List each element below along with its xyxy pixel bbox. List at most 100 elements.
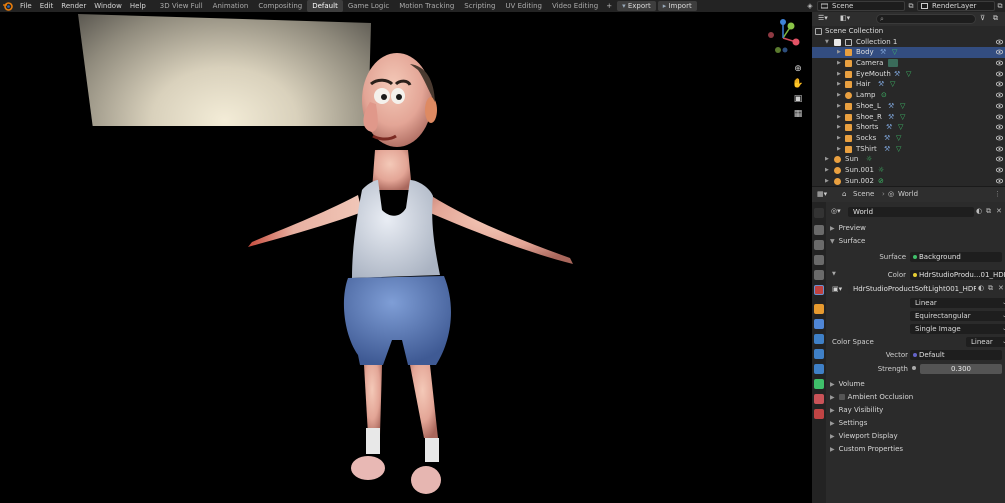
- image-name-field[interactable]: HdrStudioProductSoftLight001_HDR_4K...: [848, 284, 976, 294]
- outliner-item-shoe-l[interactable]: ▶ Shoe_L ⚒ ▽: [812, 101, 1005, 112]
- mesh-data-icon[interactable]: ▽: [898, 122, 903, 133]
- preview-panel-header[interactable]: ▶ Preview: [830, 224, 866, 232]
- menu-render[interactable]: Render: [57, 2, 90, 10]
- pan-view-icon[interactable]: ✋: [792, 78, 804, 90]
- visibility-eye-icon[interactable]: [996, 60, 1003, 66]
- tool-tab-icon[interactable]: [814, 208, 824, 218]
- filter-icon[interactable]: ⊽: [980, 14, 985, 22]
- expand-arrow-icon[interactable]: ▶: [825, 165, 829, 176]
- unlink-icon[interactable]: ✕: [996, 207, 1002, 215]
- visibility-eye-icon[interactable]: [996, 71, 1003, 77]
- visibility-eye-icon[interactable]: [996, 39, 1003, 45]
- visibility-eye-icon[interactable]: [996, 103, 1003, 109]
- expand-arrow-icon[interactable]: ▶: [837, 79, 841, 90]
- modifier-wrench-icon[interactable]: ⚒: [884, 133, 890, 144]
- expand-arrow-icon[interactable]: ▶: [837, 133, 841, 144]
- outliner-item-tshirt[interactable]: ▶ TShirt ⚒ ▽: [812, 144, 1005, 155]
- visibility-eye-icon[interactable]: [996, 146, 1003, 152]
- visibility-eye-icon[interactable]: [996, 178, 1003, 184]
- fake-user-icon[interactable]: ◐: [976, 207, 982, 215]
- expand-arrow-icon[interactable]: ▶: [837, 90, 841, 101]
- particles-tab-icon[interactable]: [814, 334, 824, 344]
- modifier-wrench-icon[interactable]: ⚒: [888, 112, 894, 123]
- output-tab-icon[interactable]: [814, 240, 824, 250]
- texture-tab-icon[interactable]: [814, 409, 824, 419]
- modifier-wrench-icon[interactable]: ⚒: [878, 79, 884, 90]
- expand-arrow-icon[interactable]: ▶: [837, 47, 841, 58]
- projection-dropdown[interactable]: Equirectangular ⌄: [910, 311, 1005, 321]
- mesh-data-icon[interactable]: ▽: [906, 69, 911, 80]
- expand-arrow-icon[interactable]: ▶: [837, 122, 841, 133]
- tab-compositing[interactable]: Compositing: [253, 0, 307, 12]
- custom-properties-panel-header[interactable]: ▶ Custom Properties: [830, 445, 903, 453]
- outliner-item-socks[interactable]: ▶ Socks ⚒ ▽: [812, 133, 1005, 144]
- tab-motion-tracking[interactable]: Motion Tracking: [394, 0, 459, 12]
- view-layer-tab-icon[interactable]: [814, 255, 824, 265]
- zoom-view-icon[interactable]: ⊕: [792, 63, 804, 75]
- expand-arrow-icon[interactable]: ▶: [825, 176, 829, 187]
- visibility-eye-icon[interactable]: [996, 92, 1003, 98]
- interpolation-dropdown[interactable]: Linear ⌄: [910, 298, 1005, 308]
- tab-scripting[interactable]: Scripting: [459, 0, 500, 12]
- breadcrumb-scene[interactable]: Scene: [853, 190, 874, 198]
- visibility-eye-icon[interactable]: [996, 114, 1003, 120]
- outliner-item-eyemouth[interactable]: ▶ EyeMouth ⚒ ▽: [812, 69, 1005, 80]
- breadcrumb-world[interactable]: World: [898, 190, 918, 198]
- blender-logo-icon[interactable]: [3, 1, 13, 11]
- mesh-data-icon[interactable]: ▽: [892, 47, 897, 58]
- outliner-item-hair[interactable]: ▶ Hair ⚒ ▽: [812, 79, 1005, 90]
- tab-animation[interactable]: Animation: [208, 0, 254, 12]
- navigation-gizmo[interactable]: [763, 16, 803, 56]
- menu-window[interactable]: Window: [90, 2, 126, 10]
- camera-data-icon[interactable]: [888, 59, 898, 68]
- checkbox-icon[interactable]: [834, 38, 841, 46]
- import-button[interactable]: ▸ Import: [657, 1, 697, 11]
- physics-tab-icon[interactable]: [814, 349, 824, 359]
- outliner-item-camera[interactable]: ▶ Camera: [812, 58, 1005, 69]
- mesh-data-icon[interactable]: ▽: [896, 144, 901, 155]
- scene-browse-icon[interactable]: ◈: [806, 2, 814, 10]
- sun-data-icon[interactable]: ☼: [878, 165, 884, 176]
- 3d-viewport[interactable]: ⊕ ✋ ▣ ▦: [0, 12, 810, 503]
- modifier-wrench-icon[interactable]: ⚒: [888, 101, 894, 112]
- modifier-wrench-icon[interactable]: ⚒: [886, 122, 892, 133]
- render-tab-icon[interactable]: [814, 225, 824, 235]
- source-dropdown[interactable]: Single Image ⌄: [910, 324, 1005, 334]
- color-space-dropdown[interactable]: Linear ⌄: [966, 337, 1005, 347]
- object-tab-icon[interactable]: [814, 304, 824, 314]
- visibility-eye-icon[interactable]: [996, 167, 1003, 173]
- editor-type-icon[interactable]: ☰▾: [818, 14, 828, 22]
- modifier-tab-icon[interactable]: [814, 319, 824, 329]
- menu-help[interactable]: Help: [126, 2, 150, 10]
- outliner-search-input[interactable]: ⌕: [876, 14, 976, 24]
- export-button[interactable]: ▾ Export: [617, 1, 656, 11]
- menu-edit[interactable]: Edit: [36, 2, 58, 10]
- surface-shader-field[interactable]: Background: [910, 252, 1002, 262]
- options-icon[interactable]: ⋮: [994, 190, 1001, 198]
- expand-arrow-icon[interactable]: ▶: [837, 101, 841, 112]
- tab-game-logic[interactable]: Game Logic: [343, 0, 394, 12]
- viewport-display-panel-header[interactable]: ▶ Viewport Display: [830, 432, 898, 440]
- sun-data-icon[interactable]: ⊘: [878, 176, 884, 187]
- outliner-item-sun-002[interactable]: ▶ Sun.002 ⊘: [812, 176, 1005, 187]
- collection-row[interactable]: ▼ Collection 1: [812, 37, 1005, 48]
- settings-panel-header[interactable]: ▶ Settings: [830, 419, 867, 427]
- scene-collection-row[interactable]: Scene Collection: [812, 26, 1005, 37]
- mesh-data-icon[interactable]: ▽: [890, 79, 895, 90]
- editor-type-icon[interactable]: ▦▾: [817, 190, 827, 198]
- expand-arrow-icon[interactable]: ▶: [837, 69, 841, 80]
- color-expand-arrow-icon[interactable]: ▼: [832, 271, 836, 277]
- outliner-item-shoe-r[interactable]: ▶ Shoe_R ⚒ ▽: [812, 112, 1005, 123]
- visibility-eye-icon[interactable]: [996, 49, 1003, 55]
- tab-uv-editing[interactable]: UV Editing: [500, 0, 547, 12]
- outliner-item-shorts[interactable]: ▶ Shorts ⚒ ▽: [812, 122, 1005, 133]
- world-tab-icon[interactable]: [814, 285, 824, 295]
- ambient-occlusion-checkbox[interactable]: [838, 394, 845, 400]
- outliner-item-body[interactable]: ▶ Body ⚒ ▽: [812, 47, 1005, 59]
- mesh-data-icon[interactable]: ▽: [896, 133, 901, 144]
- surface-panel-header[interactable]: ▼ Surface: [830, 237, 865, 245]
- visibility-eye-icon[interactable]: [996, 81, 1003, 87]
- camera-view-icon[interactable]: ▣: [792, 93, 804, 105]
- expand-arrow-icon[interactable]: ▶: [837, 112, 841, 123]
- scene-tab-icon[interactable]: [814, 270, 824, 280]
